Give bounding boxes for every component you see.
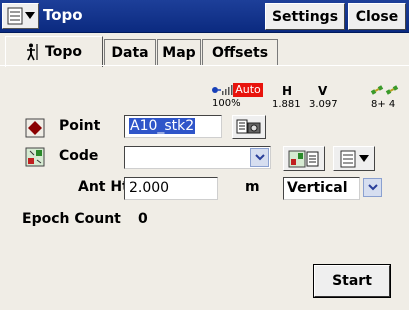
menu-button[interactable] [2, 3, 39, 29]
code-library-icon [25, 147, 45, 167]
tab-map[interactable]: Map [157, 39, 201, 66]
start-button[interactable]: Start [313, 264, 391, 298]
auto-status-badge: Auto [233, 83, 263, 97]
code-combobox[interactable] [124, 146, 271, 169]
ant-ht-type-value: Vertical [287, 180, 348, 196]
satellite-icon[interactable] [370, 82, 400, 98]
epoch-count-value: 0 [138, 211, 148, 227]
ant-ht-type-select[interactable]: Vertical [283, 177, 360, 200]
ant-ht-input[interactable]: 2.000 [124, 177, 218, 200]
tab-offsets-label: Offsets [211, 45, 269, 61]
chevron-down-icon [24, 12, 35, 19]
point-value: A10_stk2 [129, 118, 196, 134]
menu-icon [7, 7, 22, 25]
tab-bar: Topo Data Map Offsets [0, 33, 409, 67]
code-library-icon [288, 150, 319, 167]
settings-button[interactable]: Settings [265, 3, 345, 30]
ant-ht-type-dropdown-button[interactable] [363, 178, 382, 197]
code-library-button[interactable] [283, 146, 325, 171]
signal-icon [212, 85, 233, 95]
v-label: V [318, 84, 328, 98]
epoch-count-label: Epoch Count [22, 211, 121, 227]
ant-ht-label: Ant Ht [78, 179, 129, 195]
tab-data-label: Data [111, 45, 149, 61]
close-button[interactable]: Close [348, 3, 406, 30]
start-button-label: Start [332, 273, 372, 289]
point-input[interactable]: A10_stk2 [124, 115, 222, 138]
battery-percent: 100% [212, 98, 241, 109]
title-bar: Topo Settings Close [0, 0, 409, 33]
dropdown-icon [367, 184, 378, 191]
surveyor-icon [27, 43, 38, 61]
v-value: 3.097 [309, 99, 338, 110]
tab-data[interactable]: Data [104, 39, 156, 66]
point-label: Point [59, 118, 101, 134]
point-marker-icon [25, 118, 45, 138]
code-list-icon [340, 150, 355, 167]
note-camera-button[interactable] [232, 115, 266, 139]
dropdown-icon [254, 154, 265, 161]
h-value: 1.881 [272, 99, 301, 110]
tab-topo-label: Topo [45, 44, 82, 60]
tab-offsets[interactable]: Offsets [202, 39, 278, 66]
code-list-menu-button[interactable] [333, 146, 375, 171]
chevron-down-icon [358, 154, 369, 162]
satellite-count: 8+ 4 [371, 99, 396, 110]
camera-note-icon [236, 119, 261, 134]
tab-topo[interactable]: Topo [5, 36, 103, 67]
tab-map-label: Map [162, 45, 196, 61]
h-label: H [282, 84, 293, 98]
ant-ht-unit: m [245, 179, 260, 195]
code-label: Code [59, 148, 99, 164]
window-title: Topo [43, 6, 83, 24]
code-dropdown-button[interactable] [250, 148, 269, 167]
